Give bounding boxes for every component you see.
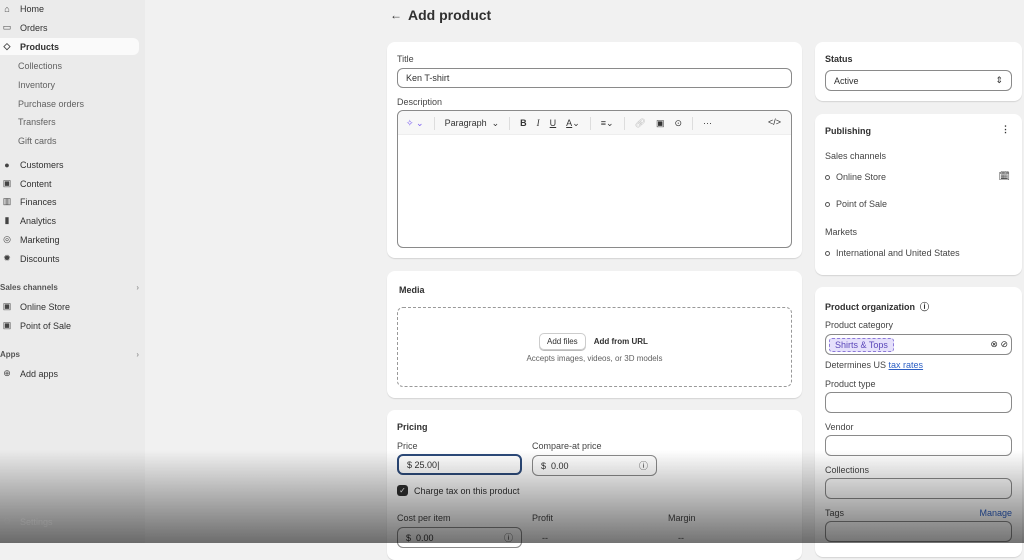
sidebar-item-gift-cards[interactable]: Gift cards [0,132,139,149]
sidebar-item-products[interactable]: ◇ Products [0,38,139,55]
info-icon[interactable]: ⓘ [920,302,929,312]
sidebar-item-purchase-orders[interactable]: Purchase orders [0,95,139,112]
code-view-icon[interactable]: </> [768,117,781,127]
pricing-card: Pricing Price $ 25.00 | Compare-at price … [387,410,802,560]
sidebar-item-inventory[interactable]: Inventory [0,76,139,93]
page-title: Add product [408,7,492,23]
sidebar-item-collections[interactable]: Collections [0,57,139,74]
image-icon[interactable]: ▣ [656,118,665,129]
status-card: Status Active ⇕ [815,42,1022,101]
tags-input[interactable] [825,521,1012,542]
sidebar-item-content[interactable]: ▣ Content [0,175,139,192]
bar-chart-icon: ▮ [4,215,10,225]
content-icon: ▣ [2,178,12,188]
help-icon[interactable]: ⓘ [639,459,648,472]
status-select[interactable]: Active ⇕ [825,70,1012,91]
compare-at-price-input[interactable]: $ 0.00 ⓘ [532,455,657,476]
underline-icon[interactable]: U [550,118,557,128]
italic-icon[interactable]: I [537,118,540,128]
tag-icon: ◇ [3,41,11,51]
paragraph-select[interactable]: Paragraph ⌄ [445,118,500,129]
align-icon[interactable]: ≡⌄ [601,118,614,129]
sidebar-item-add-apps[interactable]: ⊕ Add apps [0,365,139,382]
video-icon[interactable]: ⊙ [674,118,682,129]
margin-value: -- [678,533,684,543]
inbox-icon: ▭ [2,22,12,32]
target-icon: ◎ [3,234,11,244]
store-icon: ▣ [2,301,12,311]
schedule-icon[interactable]: 🗓︎ [999,171,1010,182]
sidebar: ⌂ Home ▭ Orders ◇ Products Collections Inventor… [0,0,145,543]
link-icon[interactable]: 🔗︎ [635,118,646,129]
sidebar-item-discounts[interactable]: ✹ Discounts [0,250,139,267]
charge-tax-checkbox[interactable]: ✓ Charge tax on this product [397,485,520,496]
plus-circle-icon: ⊕ [3,368,11,378]
sidebar-item-marketing[interactable]: ◎ Marketing [0,231,139,248]
media-card: Media Add files Add from URL Accepts ima… [387,271,802,398]
clear-icon[interactable]: ⊗ [990,339,998,349]
home-icon: ⌂ [4,3,10,14]
sidebar-item-transfers[interactable]: Transfers [0,113,139,130]
back-arrow-icon[interactable]: ← [390,8,402,22]
more-vertical-icon[interactable]: ⋮ [1001,124,1010,135]
more-icon[interactable]: ··· [703,118,712,128]
ai-magic-icon[interactable]: ✧ ⌄ [406,118,424,129]
publishing-card: Publishing ⋮ Sales channels Online Store… [815,114,1022,275]
bold-icon[interactable]: B [520,118,527,128]
sales-channels-header[interactable]: Sales channels › [0,283,139,292]
bank-icon: ▥ [2,196,12,206]
media-dropzone[interactable]: Add files Add from URL Accepts images, v… [397,307,792,387]
pos-icon: ▣ [2,320,12,330]
description-editor[interactable]: ✧ ⌄ Paragraph ⌄ B I U A⌄ ≡⌄ 🔗︎ ▣ ⊙ ··· </> [397,110,792,248]
sidebar-item-point-of-sale[interactable]: ▣ Point of Sale [0,317,139,334]
sidebar-item-finances[interactable]: ▥ Finances [0,193,139,210]
add-files-button[interactable]: Add files [539,333,586,350]
page-header: ← Add product [390,7,491,23]
discount-icon: ✹ [3,253,11,263]
confirm-check-icon[interactable]: ⊘ [1000,339,1008,349]
market-item: International and United States [825,248,960,258]
gear-icon: ⚙ [2,516,12,526]
channel-point-of-sale: Point of Sale [825,199,887,209]
price-input[interactable]: $ 25.00 | [397,454,522,475]
sidebar-item-home[interactable]: ⌂ Home [0,0,139,17]
add-from-url-button[interactable]: Add from URL [594,337,648,346]
person-icon: ● [4,159,10,170]
title-input[interactable]: Ken T-shirt [397,68,792,88]
sidebar-item-online-store[interactable]: ▣ Online Store [0,298,139,315]
text-color-icon[interactable]: A⌄ [566,118,580,129]
sidebar-item-analytics[interactable]: ▮ Analytics [0,212,139,229]
checkbox-checked-icon: ✓ [397,485,408,496]
help-icon[interactable]: ⓘ [504,531,513,544]
sidebar-item-orders[interactable]: ▭ Orders [0,19,139,36]
manage-tags-link[interactable]: Manage [979,508,1012,518]
product-type-input[interactable] [825,392,1012,413]
product-details-card: Title Ken T-shirt Description ✧ ⌄ Paragr… [387,42,802,258]
sidebar-item-settings[interactable]: ⚙ Settings [0,513,139,530]
chevron-updown-icon: ⇕ [995,75,1003,85]
vendor-input[interactable] [825,435,1012,456]
apps-header[interactable]: Apps › [0,350,139,359]
sidebar-item-customers[interactable]: ● Customers [0,156,139,173]
tax-rates-link[interactable]: tax rates [889,360,924,370]
product-organization-card: Product organization ⓘ Product category … [815,287,1022,557]
profit-value: -- [542,533,548,543]
cost-per-item-input[interactable]: $ 0.00 ⓘ [397,527,522,548]
product-category-input[interactable]: Shirts & Tops ⊗ ⊘ [825,334,1012,355]
channel-online-store: Online Store [825,172,886,182]
collections-input[interactable] [825,478,1012,499]
